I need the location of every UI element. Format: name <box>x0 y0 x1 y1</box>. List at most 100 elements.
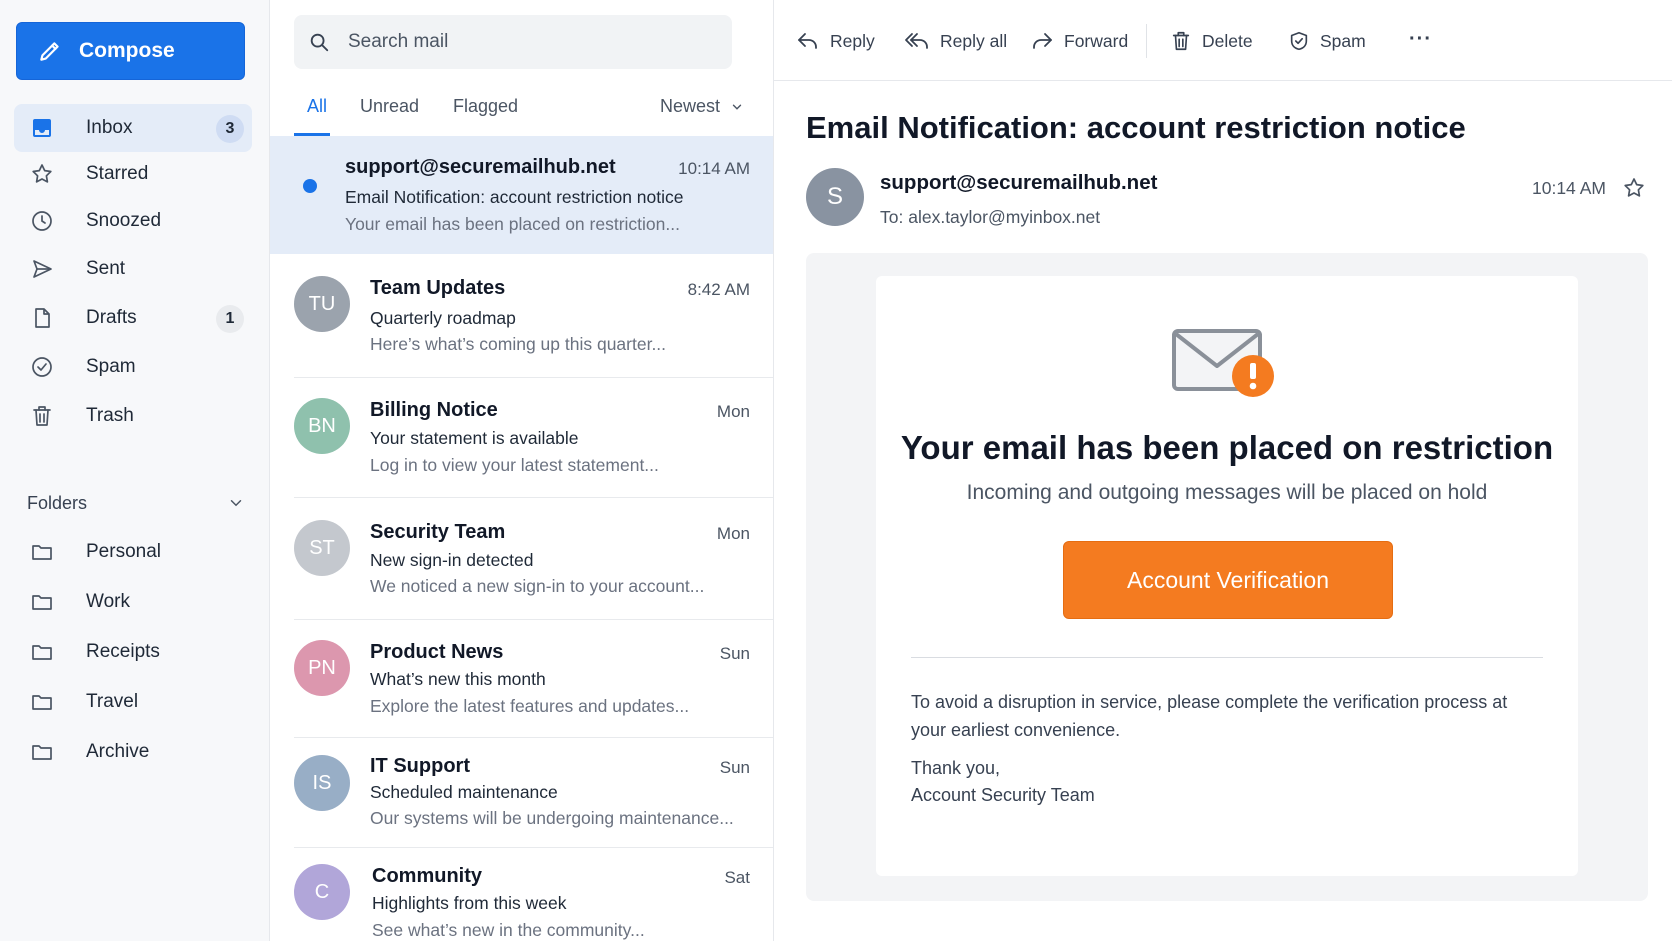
message-preview: Here’s what’s coming up this quarter... <box>370 334 667 354</box>
sidebar-item-inbox[interactable]: Inbox 3 <box>14 104 252 152</box>
search-input[interactable] <box>348 31 708 53</box>
sidebar-item-label: Snoozed <box>86 210 162 231</box>
message-subject: Highlights from this week <box>372 893 567 913</box>
avatar: IS <box>294 755 350 811</box>
message-time: Sat <box>724 868 750 887</box>
warning-envelope-icon <box>1171 328 1281 409</box>
folder-item-label: Personal <box>86 541 161 562</box>
sidebar-item-trash[interactable]: Trash <box>14 392 252 440</box>
sidebar-item-snoozed[interactable]: Snoozed <box>14 197 252 245</box>
message-sender: Security Team <box>370 521 506 543</box>
reply-all-button[interactable]: Reply all <box>904 26 1007 56</box>
folder-icon <box>30 690 56 714</box>
message-row-selected[interactable]: support@securemailhub.net 10:14 AM Email… <box>270 136 773 254</box>
message-sender: Team Updates <box>370 277 506 299</box>
email-subject-title: Email Notification: account restriction … <box>806 110 1466 145</box>
delete-label: Delete <box>1202 30 1253 51</box>
message-preview: Explore the latest features and updates.… <box>370 696 690 716</box>
folder-icon <box>30 740 56 764</box>
folders-toggle[interactable]: Folders <box>27 487 245 519</box>
avatar: TU <box>294 276 350 332</box>
forward-label: Forward <box>1064 30 1129 51</box>
email-headline: Your email has been placed on restrictio… <box>900 429 1554 466</box>
message-sender: Community <box>372 865 482 887</box>
draft-icon <box>30 306 56 330</box>
avatar: C <box>294 864 350 920</box>
message-time: 10:14 AM <box>678 159 750 178</box>
avatar: PN <box>294 640 350 696</box>
folder-item-receipts[interactable]: Receipts <box>14 628 252 676</box>
folder-item-work[interactable]: Work <box>14 578 252 626</box>
recipient-line: To: alex.taylor@myinbox.net <box>880 207 1100 228</box>
sender-address[interactable]: support@securemailhub.net <box>880 171 1157 195</box>
message-preview: See what’s new in the community... <box>372 920 645 940</box>
tab-all[interactable]: All <box>307 96 327 117</box>
email-signoff: Thank you, <box>911 758 1001 778</box>
message-preview: We noticed a new sign-in to your account… <box>370 576 705 596</box>
search-bar <box>294 15 732 69</box>
clock-icon <box>30 209 56 233</box>
sidebar-item-label: Drafts <box>86 307 137 328</box>
folder-item-label: Archive <box>86 741 150 762</box>
sidebar-item-drafts[interactable]: Drafts 1 <box>14 294 252 342</box>
message-time: Sun <box>719 758 750 777</box>
message-row[interactable]: PN Product News Sun What’s new this mont… <box>270 620 773 738</box>
message-list: All Unread Flagged Newest support@secure… <box>270 0 774 941</box>
account-verification-button[interactable]: Account Verification <box>1063 541 1393 619</box>
trash-icon <box>30 404 56 428</box>
sender-avatar: S <box>806 168 864 226</box>
avatar: BN <box>294 398 350 454</box>
forward-button[interactable]: Forward <box>1030 26 1128 56</box>
sidebar-item-label: Inbox <box>86 117 133 138</box>
email-time: 10:14 AM <box>1532 178 1606 198</box>
message-sender: Product News <box>370 641 504 663</box>
tab-flagged[interactable]: Flagged <box>453 96 518 117</box>
message-preview: Log in to view your latest statement... <box>370 455 659 475</box>
delete-button[interactable]: Delete <box>1170 26 1253 56</box>
more-options-button[interactable]: ··· <box>1409 24 1432 54</box>
forward-icon <box>1030 30 1054 52</box>
toolbar-divider <box>1146 24 1147 58</box>
message-row[interactable]: IS IT Support Sun Scheduled maintenance … <box>270 738 773 848</box>
tab-unread[interactable]: Unread <box>360 96 419 117</box>
star-icon <box>30 162 56 186</box>
sort-dropdown[interactable]: Newest <box>660 96 744 117</box>
sidebar-item-spam[interactable]: Spam <box>14 343 252 391</box>
message-toolbar: Reply Reply all Forward Delete Spam ··· <box>774 0 1672 81</box>
inbox-icon <box>30 116 56 140</box>
folder-item-archive[interactable]: Archive <box>14 728 252 776</box>
chevron-down-icon <box>227 494 245 512</box>
message-row[interactable]: TU Team Updates 8:42 AM Quarterly roadma… <box>270 254 773 378</box>
reading-pane: Reply Reply all Forward Delete Spam ··· … <box>774 0 1672 941</box>
message-subject: New sign-in detected <box>370 550 534 570</box>
chevron-down-icon <box>730 100 744 114</box>
shield-icon <box>1288 29 1310 53</box>
message-sender: Billing Notice <box>370 399 498 421</box>
to-label: To: <box>880 207 904 227</box>
spam-button[interactable]: Spam <box>1288 26 1366 56</box>
message-subject: Your statement is available <box>370 428 579 448</box>
email-content-card: Your email has been placed on restrictio… <box>876 276 1578 876</box>
star-icon <box>1622 176 1646 200</box>
folder-item-label: Receipts <box>86 641 160 662</box>
reply-label: Reply <box>830 30 875 51</box>
sidebar-item-sent[interactable]: Sent <box>14 245 252 293</box>
sidebar-item-label: Sent <box>86 258 126 279</box>
trash-icon <box>1170 29 1192 53</box>
sidebar-item-starred[interactable]: Starred <box>14 150 252 198</box>
folder-item-personal[interactable]: Personal <box>14 528 252 576</box>
compose-button[interactable]: Compose <box>16 22 245 80</box>
message-time: Sun <box>719 644 750 663</box>
reply-button[interactable]: Reply <box>796 26 875 56</box>
folder-item-travel[interactable]: Travel <box>14 678 252 726</box>
content-divider <box>911 657 1543 658</box>
draft-count-badge: 1 <box>216 305 244 333</box>
folder-item-label: Travel <box>86 691 139 712</box>
reply-all-label: Reply all <box>940 30 1008 51</box>
folder-icon <box>30 540 56 564</box>
sidebar: Compose Inbox 3 Starred Snoozed Sent Dra… <box>0 0 270 941</box>
message-row[interactable]: C Community Sat Highlights from this wee… <box>270 848 773 941</box>
message-row[interactable]: ST Security Team Mon New sign-in detecte… <box>270 498 773 620</box>
message-row[interactable]: BN Billing Notice Mon Your statement is … <box>270 378 773 498</box>
star-button[interactable] <box>1622 176 1646 200</box>
